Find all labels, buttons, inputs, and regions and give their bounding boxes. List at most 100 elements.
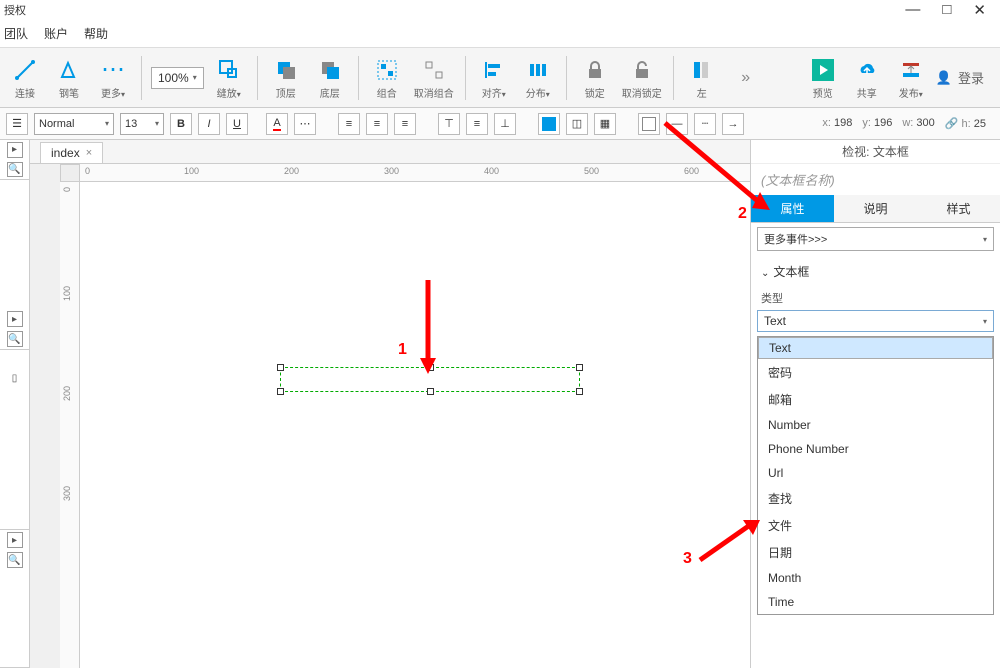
annotation-arrow-1 [418,280,438,375]
tool-scale[interactable]: 缝放▾ [210,52,248,104]
valign-bot-button[interactable]: ⊥ [494,113,516,135]
italic-button[interactable]: I [198,113,220,135]
panel-item[interactable]: ▯ [7,370,23,386]
maximize-button[interactable]: □ [942,1,951,19]
close-icon[interactable]: × [86,147,92,159]
login-button[interactable]: 👤登录 [936,68,994,87]
ruler-horizontal[interactable]: 0 100 200 300 400 500 600 [80,164,750,182]
element-name-field[interactable]: (文本框名称) [751,164,1000,195]
handle-tr[interactable] [576,364,583,371]
main-area: ▸ 🔍 ▸ 🔍 ▯ ▸ 🔍 index × 0 100 200 300 400 500… [0,140,1000,668]
type-option-phone[interactable]: Phone Number [758,437,993,461]
tool-publish[interactable]: 发布▾ [892,52,930,104]
type-option-email[interactable]: 邮箱 [758,386,993,413]
border-color-button[interactable] [638,113,660,135]
tool-align[interactable]: 对齐▾ [475,52,513,104]
window-title: 授权 [4,2,26,18]
tool-top[interactable]: 顶层 [267,52,305,104]
panel-toggle-2[interactable]: ▸ [7,311,23,327]
tool-unlock[interactable]: 取消锁定 [620,52,664,104]
type-option-month[interactable]: Month [758,566,993,590]
menu-icon[interactable]: ☰ [6,113,28,135]
type-option-text[interactable]: Text [758,337,993,359]
type-select[interactable]: Text▾ [757,310,994,332]
panel-toggle-3[interactable]: ▸ [7,532,23,548]
menu-account[interactable]: 账户 [44,25,68,42]
separator [465,56,466,100]
align-right-button[interactable]: ≡ [394,113,416,135]
menubar: 团队 账户 帮助 [0,20,1000,48]
search-icon[interactable]: 🔍 [7,162,23,178]
tool-expand[interactable]: » [727,52,765,104]
panel-toggle-1[interactable]: ▸ [7,142,23,158]
tool-preview[interactable]: 预览 [804,52,842,104]
tab-notes[interactable]: 说明 [834,195,917,222]
valign-mid-button[interactable]: ≡ [466,113,488,135]
minimize-button[interactable]: — [905,1,920,19]
ruler-vertical[interactable]: 0 100 200 300 [60,182,80,668]
tool-distribute[interactable]: 分布▾ [519,52,557,104]
document-tabs: index × [30,140,750,164]
user-icon: 👤 [936,70,952,86]
more-text-button[interactable]: ⋯ [294,113,316,135]
size-selector[interactable]: 13▾ [120,113,164,135]
tool-connect[interactable]: 连接 [6,52,44,104]
inspector-tabs: 属性 说明 样式 [751,195,1000,223]
text-color-button[interactable]: A [266,113,288,135]
type-label: 类型 [751,288,1000,308]
type-option-password[interactable]: 密码 [758,359,993,386]
format-toolbar: ☰ Normal▾ 13▾ B I U A ⋯ ≡ ≡ ≡ ⊤ ≡ ⊥ ◫ ▦ … [0,108,1000,140]
events-dropdown[interactable]: 更多事件>>>▾ [757,227,994,251]
handle-br[interactable] [576,388,583,395]
tool-pen[interactable]: 钢笔 [50,52,88,104]
annotation-3: 3 [683,550,692,568]
tool-left[interactable]: 左 [683,52,721,104]
type-option-number[interactable]: Number [758,413,993,437]
type-option-search[interactable]: 查找 [758,485,993,512]
main-toolbar: 连接 钢笔 ⋯ 更多▾ 100%▾ 缝放▾ 顶层 底层 组合 取消组合 对齐▾ … [0,48,1000,108]
font-selector[interactable]: Normal▾ [34,113,114,135]
canvas[interactable] [80,182,750,668]
coordinates: x: 198 y: 196 w: 300 🔗 h: 25 [822,117,994,130]
cloud-icon [856,56,878,84]
ruler-origin[interactable] [60,164,80,182]
tool-lock[interactable]: 锁定 [576,52,614,104]
separator [673,56,674,100]
type-option-file[interactable]: 文件 [758,512,993,539]
bold-button[interactable]: B [170,113,192,135]
tab-style[interactable]: 样式 [917,195,1000,222]
search-icon[interactable]: 🔍 [7,552,23,568]
inspector-panel: 检视: 文本框 (文本框名称) 属性 说明 样式 更多事件>>>▾ ⌄文本框 类… [750,140,1000,668]
zoom-selector[interactable]: 100%▾ [151,67,204,89]
inner-shadow-button[interactable]: ▦ [594,113,616,135]
handle-tl[interactable] [277,364,284,371]
valign-top-button[interactable]: ⊤ [438,113,460,135]
tab-index[interactable]: index × [40,142,103,163]
close-button[interactable]: ✕ [973,1,986,19]
type-option-url[interactable]: Url [758,461,993,485]
tool-share[interactable]: 共享 [848,52,886,104]
chevron-icon: ⌄ [761,268,769,279]
window-buttons: — □ ✕ [905,1,986,19]
canvas-area: index × 0 100 200 300 400 500 600 0 100 … [30,140,750,668]
align-center-button[interactable]: ≡ [366,113,388,135]
handle-bl[interactable] [277,388,284,395]
tool-bottom[interactable]: 底层 [311,52,349,104]
separator [257,56,258,100]
tool-more[interactable]: ⋯ 更多▾ [94,52,132,104]
type-option-date[interactable]: 日期 [758,539,993,566]
tool-ungroup[interactable]: 取消组合 [412,52,456,104]
menu-help[interactable]: 帮助 [84,25,108,42]
menu-team[interactable]: 团队 [4,25,28,42]
annotation-arrow-3 [695,515,765,565]
outer-shadow-button[interactable]: ◫ [566,113,588,135]
tool-group[interactable]: 组合 [368,52,406,104]
separator [566,56,567,100]
section-textbox[interactable]: ⌄文本框 [751,255,1000,288]
search-icon[interactable]: 🔍 [7,331,23,347]
fill-color-button[interactable] [538,113,560,135]
type-option-time[interactable]: Time [758,590,993,614]
handle-bm[interactable] [427,388,434,395]
align-left-button[interactable]: ≡ [338,113,360,135]
underline-button[interactable]: U [226,113,248,135]
